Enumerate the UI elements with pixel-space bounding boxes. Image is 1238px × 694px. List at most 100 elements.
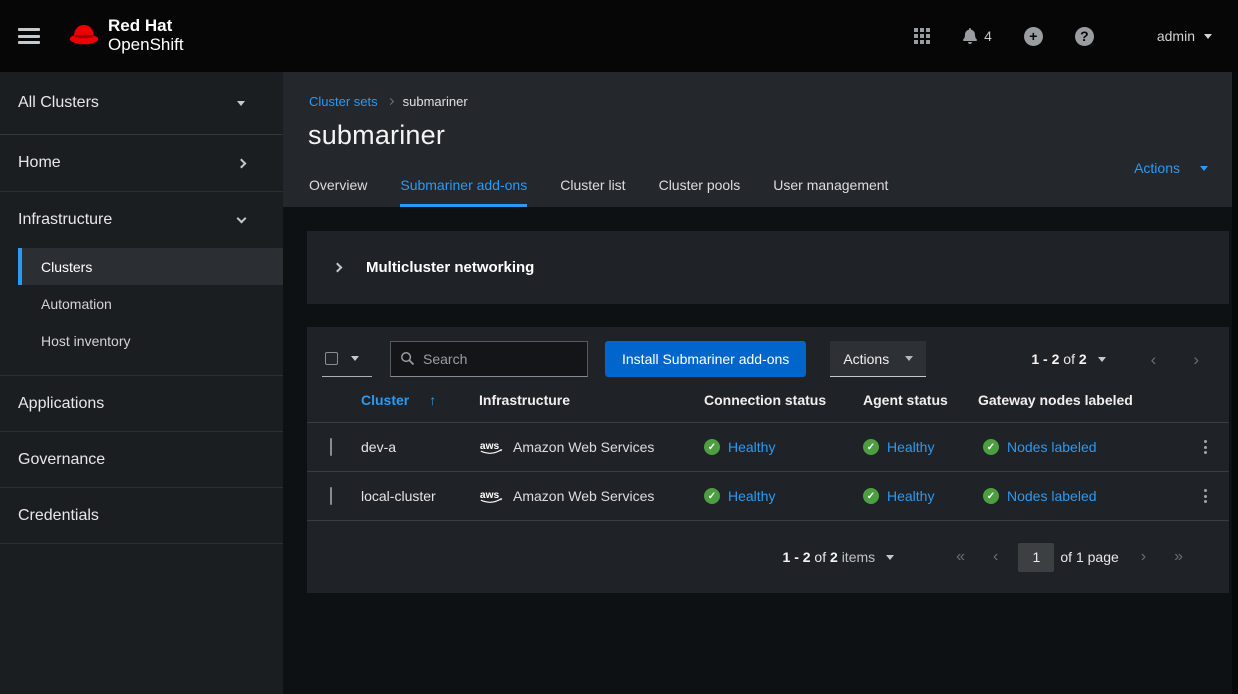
create-button[interactable]: + [1024,27,1043,46]
svg-text:aws: aws [480,441,500,452]
column-header-connection-status[interactable]: Connection status [704,392,863,408]
gateway-nodes-link[interactable]: Nodes labeled [978,439,1179,455]
main-content: Cluster sets submariner submariner Actio… [283,72,1238,694]
perspective-switcher[interactable]: All Clusters [0,72,283,135]
bell-icon [962,28,978,44]
caret-down-icon [351,356,359,361]
search-input[interactable] [390,341,588,377]
column-header-cluster[interactable]: Cluster [361,392,479,408]
column-header-infrastructure[interactable]: Infrastructure [479,392,704,408]
infrastructure-subnav: Clusters Automation Host inventory [18,248,283,359]
breadcrumb-link-cluster-sets[interactable]: Cluster sets [309,94,378,109]
perspective-label: All Clusters [18,94,99,112]
notifications-button[interactable]: 4 [962,28,992,44]
section-title: Multicluster networking [366,259,534,276]
multicluster-networking-card: Multicluster networking [307,231,1229,304]
app-launcher-button[interactable] [914,28,930,44]
chevron-right-icon [237,158,247,168]
top-pagination: 1 - 2 of 2 ‹ › [1031,351,1199,368]
user-menu[interactable]: admin [1157,28,1212,44]
sidebar-item-applications[interactable]: Applications [0,376,283,432]
app-grid-icon [914,28,930,44]
check-circle-icon [863,488,879,504]
row-select-checkbox[interactable] [330,438,332,456]
aws-icon: aws [479,487,505,505]
check-circle-icon [983,488,999,504]
table-actions-dropdown[interactable]: Actions [830,341,926,377]
column-header-agent-status[interactable]: Agent status [863,392,978,408]
row-kebab-menu-button[interactable] [1195,434,1215,460]
check-circle-icon [704,439,720,455]
tab-bar: Overview Submariner add-ons Cluster list… [309,177,921,207]
page-title: submariner [308,120,1238,151]
tab-cluster-pools[interactable]: Cluster pools [659,177,741,207]
tab-overview[interactable]: Overview [309,177,367,207]
row-select-checkbox[interactable] [330,487,332,505]
breadcrumb: Cluster sets submariner [283,72,1238,109]
help-button[interactable]: ? [1075,27,1094,46]
table-row: local-cluster aws Amazon Web Services He… [307,471,1229,520]
prev-page-button[interactable]: ‹ [993,549,998,565]
aws-icon: aws [479,438,505,456]
table-header-row: Cluster Infrastructure Connection status… [307,378,1229,422]
submariner-addons-table-card: Install Submariner add-ons Actions 1 - 2… [307,327,1229,593]
next-page-button[interactable]: › [1193,351,1199,368]
page-number-input[interactable] [1018,543,1054,572]
tab-cluster-list[interactable]: Cluster list [560,177,625,207]
sidebar: All Clusters Home Infrastructure Cluster… [0,72,283,694]
first-page-button[interactable]: « [956,549,965,565]
plus-circle-icon: + [1024,27,1043,46]
bottom-pagination: 1 - 2 of 2 items « ‹ of 1 page › » [307,520,1229,593]
check-circle-icon [704,488,720,504]
gateway-nodes-link[interactable]: Nodes labeled [978,488,1179,504]
install-submariner-button[interactable]: Install Submariner add-ons [605,341,806,377]
check-circle-icon [983,439,999,455]
table-toolbar: Install Submariner add-ons Actions 1 - 2… [307,327,1229,378]
hamburger-icon [18,28,40,31]
table-row: dev-a aws Amazon Web Services Healthy [307,422,1229,471]
scrollbar-track[interactable] [1232,72,1238,694]
page-actions-dropdown[interactable]: Actions [1134,160,1208,176]
brand-line2: OpenShift [108,36,184,55]
username: admin [1157,28,1195,44]
bulk-select-checkbox[interactable] [325,352,338,365]
prev-page-button[interactable]: ‹ [1151,351,1157,368]
brand-logo[interactable]: Red Hat OpenShift [66,17,184,54]
connection-status-link[interactable]: Healthy [704,488,863,504]
sidebar-item-clusters[interactable]: Clusters [18,248,283,285]
bulk-select-toggle[interactable] [322,341,372,377]
items-per-page-toggle[interactable]: 1 - 2 of 2 items [783,549,895,565]
sidebar-item-credentials[interactable]: Credentials [0,488,283,544]
sidebar-item-host-inventory[interactable]: Host inventory [18,322,283,359]
caret-down-icon [886,555,894,560]
sidebar-item-automation[interactable]: Automation [18,285,283,322]
page-body: Multicluster networking [283,207,1238,593]
masthead: Red Hat OpenShift 4 + ? admin [0,0,1238,72]
connection-status-link[interactable]: Healthy [704,439,863,455]
search-icon [400,351,415,366]
breadcrumb-current: submariner [403,94,468,109]
check-circle-icon [863,439,879,455]
agent-status-link[interactable]: Healthy [863,488,978,504]
pagination-summary-toggle[interactable]: 1 - 2 of 2 [1031,351,1105,367]
tab-submariner-add-ons[interactable]: Submariner add-ons [400,177,527,207]
caret-down-icon [1200,166,1208,171]
page-header: Cluster sets submariner submariner Actio… [283,72,1238,207]
sidebar-item-home[interactable]: Home [0,135,283,192]
expand-toggle-button[interactable] [322,253,352,283]
row-kebab-menu-button[interactable] [1195,483,1215,509]
caret-down-icon [237,101,245,106]
sidebar-item-governance[interactable]: Governance [0,432,283,488]
last-page-button[interactable]: » [1174,549,1183,565]
sidebar-item-infrastructure[interactable]: Infrastructure [0,192,283,248]
chevron-right-icon [332,263,342,273]
app-window: Red Hat OpenShift 4 + ? admin [0,0,1238,694]
page-context-label: of 1 page [1060,549,1118,565]
tab-user-management[interactable]: User management [773,177,888,207]
brand-line1: Red Hat [108,17,184,36]
agent-status-link[interactable]: Healthy [863,439,978,455]
sidebar-toggle-button[interactable] [18,28,40,44]
next-page-button[interactable]: › [1141,549,1146,565]
notification-count: 4 [984,28,992,44]
column-header-gateway-nodes[interactable]: Gateway nodes labeled [978,392,1179,408]
